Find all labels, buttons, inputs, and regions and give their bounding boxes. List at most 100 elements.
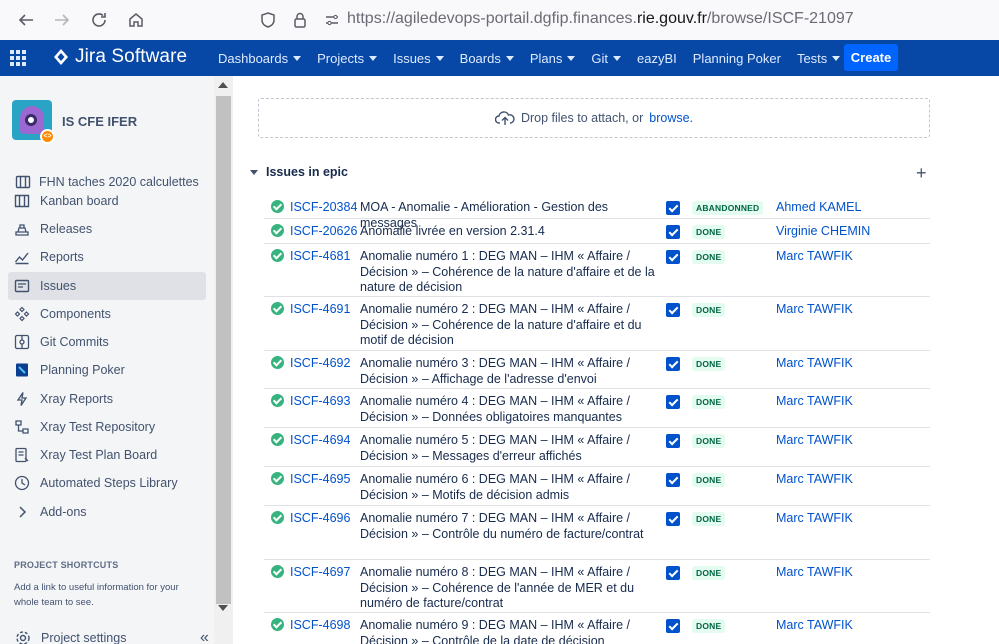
reports-icon [13,249,30,266]
resolved-check-icon [271,618,284,631]
project-type-badge-icon: <> [40,129,55,144]
sidebar-item-label: Kanban board [40,194,119,208]
chevron-down-icon [369,55,378,61]
sidebar-item-automated-steps-library[interactable]: Automated Steps Library [8,469,206,497]
nav-dashboards[interactable]: Dashboards [210,40,309,76]
permissions-icon[interactable] [322,8,342,32]
sidebar-item-xray-test-repository[interactable]: Xray Test Repository [8,413,206,441]
browser-toolbar: https://agiledevops-portail.dgfip.financ… [0,0,999,40]
issue-summary: Anomalie numéro 5 : DEG MAN – IHM « Affa… [360,433,631,463]
nav-item-label: Planning Poker [692,50,781,66]
issue-key-link[interactable]: ISCF-4694 [290,433,350,447]
issue-row[interactable]: ISCF-4693 Anomalie numéro 4 : DEG MAN – I… [264,389,930,428]
assignee-link[interactable]: Marc TAWFIK [776,511,853,525]
reload-button[interactable] [81,2,117,38]
issue-key-link[interactable]: ISCF-4691 [290,302,350,316]
sidebar-item-label: Issues [40,279,77,293]
issue-row[interactable]: ISCF-4691 Anomalie numéro 2 : DEG MAN – I… [264,297,930,351]
sidebar-item-issues[interactable]: Issues [8,272,206,300]
arrow-left-icon [18,14,33,26]
sidebar-item-components[interactable]: Components [8,300,206,328]
issue-key-link[interactable]: ISCF-4697 [290,565,350,579]
attachment-dropzone[interactable]: Drop files to attach, or browse. [258,98,930,138]
nav-planning-poker[interactable]: Planning Poker [685,40,789,76]
issue-summary: Anomalie numéro 3 : DEG MAN – IHM « Affa… [360,356,631,386]
issue-key-link[interactable]: ISCF-20384 [290,200,357,214]
assignee-link[interactable]: Marc TAWFIK [776,565,853,579]
sidebar-item-xray-test-plan-board[interactable]: Xray Test Plan Board [8,441,206,469]
issues-in-epic-toggle[interactable]: Issues in epic [250,165,348,179]
collapse-sidebar-icon[interactable]: « [200,629,209,644]
issue-summary: Anomalie numéro 8 : DEG MAN – IHM « Affa… [360,565,635,610]
nav-plans[interactable]: Plans [522,40,584,76]
issue-row[interactable]: ISCF-4692 Anomalie numéro 3 : DEG MAN – I… [264,351,930,389]
assignee-link[interactable]: Ahmed KAMEL [776,200,861,214]
issue-key-link[interactable]: ISCF-4693 [290,394,350,408]
assignee-link[interactable]: Marc TAWFIK [776,618,853,632]
jira-logo[interactable]: Jira Software [53,46,187,68]
assignee-link[interactable]: Marc TAWFIK [776,394,853,408]
issue-row[interactable]: ISCF-4697 Anomalie numéro 8 : DEG MAN – I… [264,560,930,613]
issue-key-link[interactable]: ISCF-4695 [290,472,350,486]
issue-key-link[interactable]: ISCF-4692 [290,356,350,370]
app-switcher-icon[interactable] [10,50,26,66]
browse-link[interactable]: browse. [649,111,693,125]
issue-row[interactable]: ISCF-20384 MOA - Anomalie - Amélioration … [264,195,930,230]
issue-key-link[interactable]: ISCF-4681 [290,249,350,263]
nav-projects[interactable]: Projects [309,40,385,76]
scroll-up-icon[interactable] [218,82,228,88]
nav-boards[interactable]: Boards [452,40,522,76]
assignee-link[interactable]: Marc TAWFIK [776,433,853,447]
issue-row[interactable]: ISCF-4694 Anomalie numéro 5 : DEG MAN – I… [264,428,930,467]
scrollbar-thumb[interactable] [216,96,231,604]
shield-icon[interactable] [258,8,278,32]
planning-poker-icon [13,362,30,379]
nav-item-label: Issues [393,50,431,66]
assignee-link[interactable]: Virginie CHEMIN [776,224,870,238]
resolved-check-icon [271,472,284,485]
issue-row[interactable]: ISCF-4698 Anomalie numéro 9 : DEG MAN – I… [264,613,930,644]
sidebar-item-planning-poker[interactable]: Planning Poker [8,356,206,384]
assignee-link[interactable]: Marc TAWFIK [776,249,853,263]
forward-button[interactable] [44,2,80,38]
sidebar-item-reports[interactable]: Reports [8,243,206,271]
project-settings-link[interactable]: Project settings [14,629,126,644]
git-commits-icon [13,334,30,351]
issue-row[interactable]: ISCF-4695 Anomalie numéro 6 : DEG MAN – I… [264,467,930,506]
scroll-down-icon[interactable] [218,605,228,611]
nav-eazybi[interactable]: eazyBI [629,40,685,76]
gear-icon [14,629,31,644]
assignee-link[interactable]: Marc TAWFIK [776,302,853,316]
issue-row[interactable]: ISCF-20626 Anomalie livrée en version 2.3… [264,219,930,244]
issue-row[interactable]: ISCF-4681 Anomalie numéro 1 : DEG MAN – I… [264,244,930,297]
url-bar[interactable]: https://agiledevops-portail.dgfip.financ… [347,10,854,28]
checkbox-icon [666,225,680,239]
sidebar-item-add-ons[interactable]: Add-ons [8,498,206,526]
sidebar-item-kanban-board[interactable]: Kanban board [8,187,206,215]
lock-icon[interactable] [290,8,310,32]
assignee-link[interactable]: Marc TAWFIK [776,356,853,370]
project-name[interactable]: IS CFE IFER [62,114,137,129]
issue-row[interactable]: ISCF-4696 Anomalie numéro 7 : DEG MAN – I… [264,506,930,560]
nav-issues[interactable]: Issues [385,40,452,76]
issue-key-link[interactable]: ISCF-4698 [290,618,350,632]
assignee-link[interactable]: Marc TAWFIK [776,472,853,486]
back-button[interactable] [8,2,44,38]
sidebar-item-releases[interactable]: Releases [8,215,206,243]
resolved-check-icon [271,394,284,407]
nav-tests[interactable]: Tests [789,40,848,76]
sidebar-scrollbar[interactable] [214,76,233,644]
create-button[interactable]: Create [844,44,898,71]
nav-git[interactable]: Git [583,40,629,76]
add-issue-icon[interactable]: + [916,163,927,184]
resolved-check-icon [271,356,284,369]
nav-item-label: eazyBI [637,50,677,66]
issue-key-link[interactable]: ISCF-20626 [290,224,357,238]
chevron-down-icon [832,55,841,61]
home-button[interactable] [118,2,154,38]
project-shortcuts-note: Add a link to useful information for you… [14,582,179,608]
issue-key-link[interactable]: ISCF-4696 [290,511,350,525]
checkbox-icon [666,619,680,633]
sidebar-item-git-commits[interactable]: Git Commits [8,328,206,356]
sidebar-item-xray-reports[interactable]: Xray Reports [8,385,206,413]
